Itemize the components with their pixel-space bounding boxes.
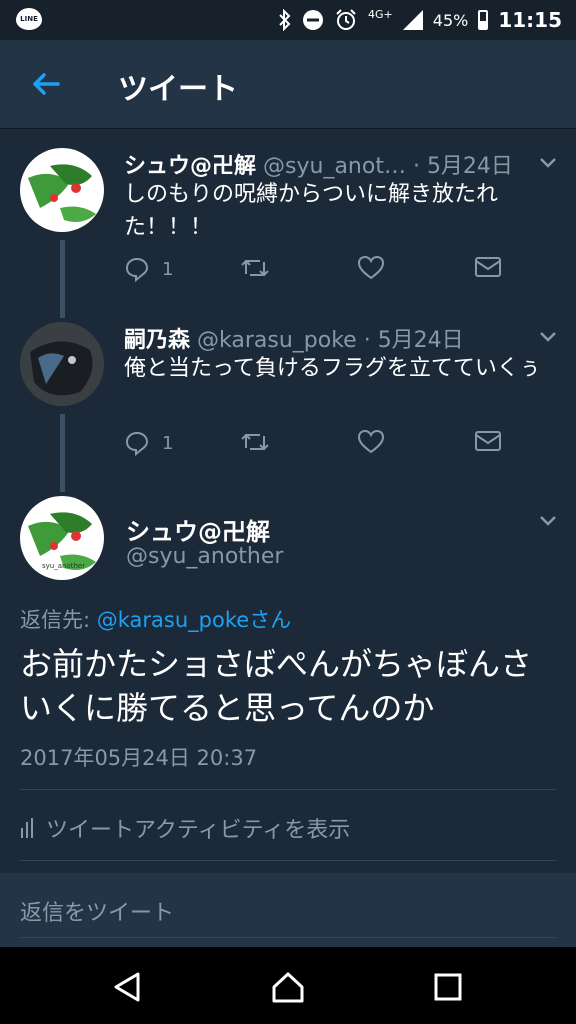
battery-icon (478, 10, 489, 30)
clock: 11:15 (498, 8, 562, 32)
reply-icon (125, 431, 149, 456)
chevron-down-icon[interactable] (538, 156, 558, 170)
reply-to: 返信先: @karasu_pokeさん (20, 604, 291, 634)
bluetooth-icon (279, 9, 291, 31)
tweet-actions: 1 (124, 430, 514, 460)
nav-recents-icon[interactable] (430, 969, 466, 1005)
thread-tweet[interactable]: シュウ@卍解 @syu_anot… · 5月24日 しのもりの呪縛からついに解き… (0, 128, 576, 318)
reply-count: 1 (162, 432, 174, 454)
divider (20, 937, 556, 938)
bar-chart-icon (21, 818, 33, 838)
divider (20, 789, 556, 790)
reply-to-prefix: 返信先: (20, 608, 97, 632)
author-handle: @syu_anot… (263, 154, 406, 179)
reply-input[interactable]: 返信をツイート (20, 895, 174, 927)
heart-icon (358, 256, 384, 280)
avatar[interactable] (20, 322, 104, 406)
thread-tweet[interactable]: 嗣乃森 @karasu_poke · 5月24日 俺と当たって負けるフラグを立て… (0, 300, 576, 492)
retweet-button[interactable] (240, 256, 270, 280)
share-dm-button[interactable] (474, 256, 502, 278)
tweet-text: お前かたショさばぺんがちゃぼんさいくに勝てると思ってんのか (20, 645, 533, 727)
page-title: ツイート (118, 72, 238, 107)
tweet-timestamp: 2017年05月24日 20:37 (20, 746, 258, 770)
tweet-text: 俺と当たって負けるフラグを立てていくぅ (124, 356, 541, 381)
reply-count: 1 (162, 258, 174, 280)
battery-percent: 45% (432, 10, 469, 30)
author-name: シュウ@卍解 (126, 518, 270, 546)
network-type: 4G+ (368, 7, 393, 21)
share-dm-button[interactable] (474, 430, 502, 452)
line-app-icon: LINE (16, 8, 42, 30)
do-not-disturb-icon (303, 10, 324, 30)
author-name: 嗣乃森 (124, 328, 191, 353)
reply-to-user-link[interactable]: @karasu_pokeさん (97, 608, 291, 632)
retweet-icon (241, 433, 269, 451)
heart-icon (358, 430, 384, 454)
activity-label: ツイートアクティビティを表示 (46, 818, 351, 843)
tweet-actions: 1 (124, 256, 514, 286)
mail-icon (475, 257, 501, 277)
chevron-down-icon[interactable] (538, 514, 558, 528)
nav-back-icon[interactable] (110, 969, 146, 1005)
like-button[interactable] (358, 256, 384, 280)
status-bar: LINE 4G+ 45% 11:15 (0, 0, 576, 40)
chevron-down-icon[interactable] (538, 330, 558, 344)
mail-icon (475, 431, 501, 451)
tweet-activity-button[interactable]: ツイートアクティビティを表示 (20, 812, 350, 844)
tweet-date: · 5月24日 (412, 154, 513, 179)
divider (20, 860, 556, 861)
reply-button[interactable]: 1 (124, 256, 173, 282)
reply-icon (125, 257, 149, 282)
thread-connector (60, 414, 65, 492)
reply-composer[interactable]: 返信をツイート (0, 873, 576, 947)
tweet-date: · 5月24日 (363, 328, 464, 353)
avatar[interactable] (20, 148, 104, 232)
reply-button[interactable]: 1 (124, 430, 173, 456)
retweet-button[interactable] (240, 430, 270, 454)
author-handle: @karasu_poke (197, 328, 357, 353)
like-button[interactable] (358, 430, 384, 454)
author-handle: @syu_another (126, 544, 284, 569)
tweet-text: しのもりの呪縛からついに解き放たれた！！！ (124, 182, 499, 240)
avatar[interactable]: syu_another (20, 496, 104, 580)
back-arrow-icon[interactable] (28, 66, 64, 102)
android-nav-bar (0, 947, 576, 1024)
nav-home-icon[interactable] (270, 969, 306, 1005)
signal-icon (402, 10, 423, 30)
author-name: シュウ@卍解 (124, 154, 257, 179)
app-bar: ツイート (0, 40, 576, 129)
retweet-icon (241, 259, 269, 277)
avatar-label: syu_another (42, 562, 85, 570)
alarm-icon (336, 9, 356, 30)
